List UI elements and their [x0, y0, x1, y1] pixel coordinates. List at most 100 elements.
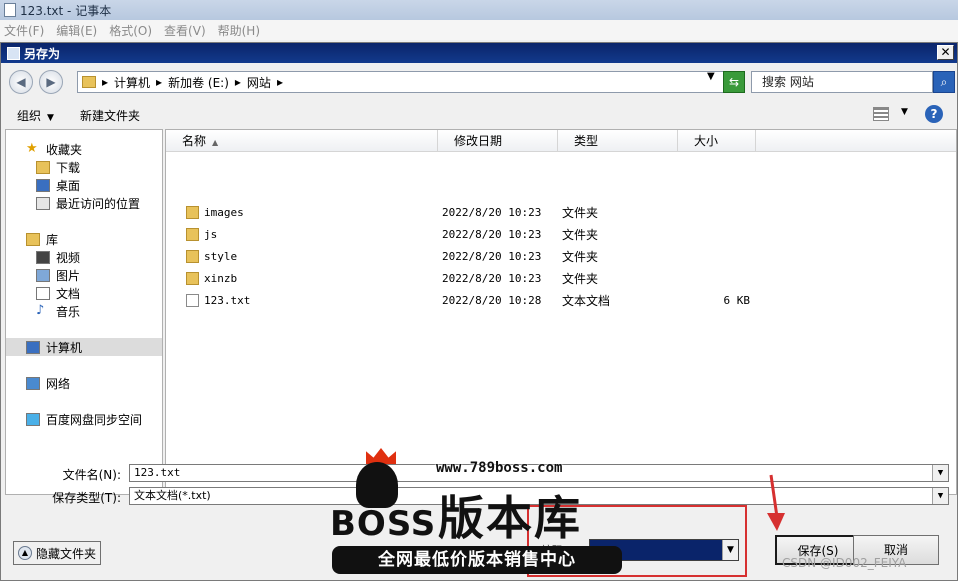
- nav-item-label: 图片: [56, 268, 81, 283]
- file-name: js: [204, 228, 218, 241]
- nav-item-label: 百度网盘同步空间: [46, 412, 143, 427]
- breadcrumb-sep[interactable]: ▸: [156, 75, 162, 89]
- breadcrumb-website[interactable]: 网站: [247, 74, 271, 91]
- column-type[interactable]: 类型: [558, 130, 678, 152]
- column-size[interactable]: 大小: [678, 130, 756, 152]
- notepad-menubar: 文件(F) 编辑(E) 格式(O) 查看(V) 帮助(H): [0, 20, 958, 40]
- text-file-icon: [186, 294, 199, 307]
- column-name[interactable]: 名称 ▲: [166, 130, 438, 152]
- forward-button[interactable]: ▶: [39, 70, 63, 94]
- breadcrumb-drive[interactable]: 新加卷 (E:): [168, 74, 229, 91]
- hide-folders-button[interactable]: ▲ 隐藏文件夹: [13, 541, 101, 565]
- folder-icon: [186, 206, 199, 219]
- file-type: 文件夹: [562, 228, 599, 242]
- table-row[interactable]: 123.txt 2022/8/20 10:28 文本文档 6 KB: [166, 290, 956, 312]
- picture-icon: [36, 268, 50, 282]
- folder-icon: [186, 272, 199, 285]
- file-name: xinzb: [204, 272, 238, 285]
- file-name: images: [204, 206, 244, 219]
- encoding-select[interactable]: ▼: [589, 539, 739, 561]
- close-button[interactable]: ✕: [937, 45, 954, 60]
- file-name: 123.txt: [204, 294, 251, 307]
- file-type: 文件夹: [562, 272, 599, 286]
- notepad-title: 123.txt - 记事本: [20, 3, 112, 18]
- encoding-label: 编码(E):: [541, 544, 583, 557]
- baidu-cloud-icon: [26, 412, 40, 426]
- menu-file[interactable]: 文件(F): [4, 22, 44, 39]
- breadcrumb-computer[interactable]: 计算机: [114, 74, 150, 91]
- dialog-titlebar: 另存为: [1, 43, 957, 63]
- chevron-down-icon[interactable]: ▼: [722, 540, 738, 560]
- file-list: 名称 ▲ 修改日期 类型 大小 images 2022/8/20 10:23 文件…: [165, 129, 957, 495]
- document-icon: [36, 286, 50, 300]
- table-row[interactable]: xinzb 2022/8/20 10:23 文件夹: [166, 268, 956, 290]
- csdn-credit: CSDN @ID002_FEIYA: [782, 556, 907, 570]
- nav-item-label: 视频: [56, 250, 81, 265]
- nav-item-favorites[interactable]: ★ 收藏夹: [26, 140, 182, 158]
- filetype-select[interactable]: 文本文档(*.txt) ▼: [129, 487, 949, 505]
- table-row[interactable]: js 2022/8/20 10:23 文件夹: [166, 224, 956, 246]
- nav-item-network[interactable]: 网络: [26, 374, 182, 392]
- file-type: 文件夹: [562, 250, 599, 264]
- nav-item-label: 网络: [46, 376, 71, 391]
- folder-icon: [186, 228, 199, 241]
- new-folder-button[interactable]: 新建文件夹: [80, 107, 140, 124]
- recent-places-icon: [36, 196, 50, 210]
- library-icon: [26, 232, 40, 246]
- nav-item-label: 最近访问的位置: [56, 196, 141, 211]
- notepad-icon: [4, 3, 16, 17]
- menu-help[interactable]: 帮助(H): [218, 22, 260, 39]
- organize-button[interactable]: 组织 ▼: [17, 107, 54, 124]
- filename-input[interactable]: 123.txt ▼: [129, 464, 949, 482]
- table-row[interactable]: style 2022/8/20 10:23 文件夹: [166, 246, 956, 268]
- search-icon[interactable]: ⌕: [933, 71, 955, 93]
- file-list-header: 名称 ▲ 修改日期 类型 大小: [166, 130, 956, 152]
- nav-item-label: 库: [46, 232, 59, 247]
- table-row[interactable]: images 2022/8/20 10:23 文件夹: [166, 202, 956, 224]
- arrow-head: [767, 513, 785, 531]
- filetype-value: 文本文档(*.txt): [134, 489, 211, 502]
- star-icon: ★: [26, 140, 38, 156]
- help-icon[interactable]: ?: [925, 105, 943, 123]
- file-modified: 2022/8/20 10:23: [442, 206, 542, 219]
- folder-icon: [82, 76, 96, 88]
- breadcrumb-sep[interactable]: ▸: [102, 75, 108, 89]
- file-size: [682, 224, 750, 246]
- view-dropdown-icon[interactable]: ▼: [901, 107, 908, 117]
- column-modified[interactable]: 修改日期: [438, 130, 558, 152]
- view-options-icon[interactable]: [873, 107, 889, 121]
- breadcrumb-sep[interactable]: ▸: [277, 75, 283, 89]
- folder-icon: [186, 250, 199, 263]
- chevron-down-icon[interactable]: ▼: [932, 465, 948, 481]
- arrow-shaft: [769, 474, 779, 518]
- download-folder-icon: [36, 160, 50, 174]
- breadcrumb-sep[interactable]: ▸: [235, 75, 241, 89]
- nav-item-label: 收藏夹: [46, 142, 83, 157]
- nav-item-libraries[interactable]: 库: [26, 230, 182, 248]
- menu-edit[interactable]: 编辑(E): [56, 22, 97, 39]
- chevron-down-icon: ▼: [47, 112, 54, 123]
- computer-icon: [26, 340, 40, 354]
- refresh-icon[interactable]: ⇆: [723, 71, 745, 93]
- music-icon: ♪: [36, 302, 45, 318]
- back-button[interactable]: ◀: [9, 70, 33, 94]
- menu-view[interactable]: 查看(V): [164, 22, 206, 39]
- nav-item-baidu-sync[interactable]: 百度网盘同步空间: [26, 410, 182, 428]
- file-modified: 2022/8/20 10:23: [442, 250, 542, 263]
- filetype-label: 保存类型(T):: [52, 491, 121, 505]
- nav-item-computer[interactable]: 计算机: [6, 338, 162, 356]
- video-icon: [36, 250, 50, 264]
- address-bar[interactable]: ▸ 计算机 ▸ 新加卷 (E:) ▸ 网站 ▸: [77, 71, 745, 93]
- dialog-title: 另存为: [24, 46, 61, 61]
- file-modified: 2022/8/20 10:28: [442, 294, 542, 307]
- forward-arrow-icon: ▶: [46, 75, 56, 89]
- chevron-down-icon[interactable]: ▼: [932, 488, 948, 504]
- network-icon: [26, 376, 40, 390]
- search-input[interactable]: 搜索 网站: [751, 71, 933, 93]
- desktop-icon: [36, 178, 50, 192]
- save-icon: [7, 46, 20, 60]
- hide-folders-label: 隐藏文件夹: [36, 546, 97, 561]
- menu-format[interactable]: 格式(O): [109, 22, 152, 39]
- nav-item-label: 计算机: [46, 340, 83, 355]
- navigation-pane: ★ 收藏夹 下载 桌面 最近访问的位置 库 视频 图片 文档 ♪ 音乐 计算机 …: [5, 129, 163, 495]
